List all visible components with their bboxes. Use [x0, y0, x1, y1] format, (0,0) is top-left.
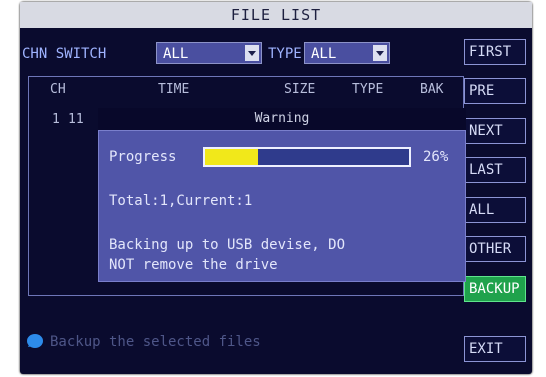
- chevron-down-icon[interactable]: [373, 45, 387, 61]
- progress-bar: [203, 147, 411, 167]
- dvr-screen: FILE LIST CHN SWITCH ALL TYPE ALL CH TIM…: [20, 2, 532, 374]
- next-button[interactable]: NEXT: [464, 118, 526, 144]
- status-hint: Backup the selected files: [50, 334, 261, 350]
- last-button[interactable]: LAST: [464, 157, 526, 183]
- chevron-down-icon[interactable]: [245, 45, 259, 61]
- chn-switch-dropdown[interactable]: ALL: [156, 42, 262, 64]
- column-header-ch: CH: [50, 82, 66, 97]
- chn-switch-label: CHN SWITCH: [22, 46, 107, 62]
- backup-count-info: Total:1,Current:1: [109, 193, 253, 209]
- backup-button[interactable]: BACKUP: [464, 276, 526, 302]
- type-label: TYPE: [268, 46, 302, 62]
- progress-fill: [205, 149, 259, 165]
- column-header-type: TYPE: [352, 82, 384, 97]
- warning-message-line2: NOT remove the drive: [109, 257, 278, 273]
- warning-dialog: Progress 26% Total:1,Current:1 Backing u…: [98, 130, 466, 282]
- progress-label: Progress: [109, 149, 177, 165]
- all-button[interactable]: ALL: [464, 197, 526, 223]
- row-ch: 1: [52, 112, 60, 127]
- exit-button[interactable]: EXIT: [464, 336, 526, 362]
- row-time: 11: [68, 112, 84, 127]
- table-row[interactable]: 1 11: [30, 110, 100, 128]
- warning-message-line1: Backing up to USB devise, DO: [109, 237, 346, 253]
- speech-bubble-icon: [27, 334, 43, 348]
- dialog-title: Warning: [98, 108, 466, 130]
- other-button[interactable]: OTHER: [464, 236, 526, 262]
- column-header-time: TIME: [158, 82, 190, 97]
- column-header-size: SIZE: [284, 82, 316, 97]
- type-value: ALL: [311, 46, 337, 62]
- first-button[interactable]: FIRST: [464, 39, 526, 65]
- type-dropdown[interactable]: ALL: [304, 42, 390, 64]
- progress-percent: 26%: [423, 149, 449, 165]
- window-title: FILE LIST: [20, 2, 532, 28]
- prev-button[interactable]: PRE: [464, 78, 526, 104]
- chn-switch-value: ALL: [163, 46, 189, 62]
- column-header-bak: BAK: [420, 82, 444, 97]
